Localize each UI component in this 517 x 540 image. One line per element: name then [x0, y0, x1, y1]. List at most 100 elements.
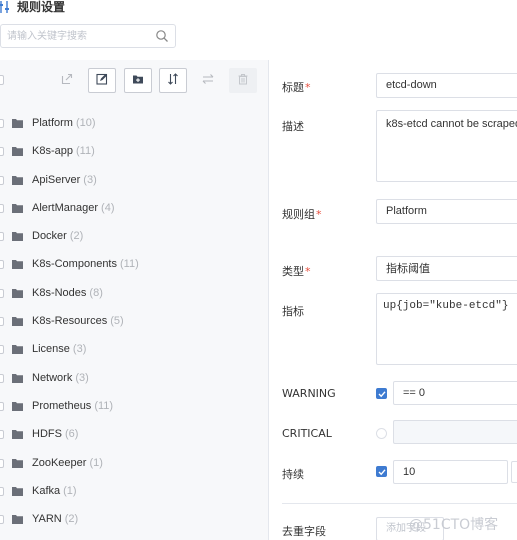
sort-button[interactable] — [159, 68, 187, 93]
group-checkbox[interactable] — [0, 119, 4, 128]
critical-threshold-input[interactable] — [393, 420, 517, 444]
folder-icon — [12, 317, 23, 327]
group-item[interactable]: YARN (2) — [0, 506, 268, 534]
group-item[interactable]: HDFS (6) — [0, 421, 268, 449]
group-checkbox[interactable] — [0, 203, 4, 213]
group-item[interactable]: K8s-app (11) — [0, 138, 268, 166]
group-item[interactable]: Network (3) — [0, 365, 268, 393]
swap-icon — [202, 73, 214, 88]
warning-label: WARNING — [282, 387, 336, 400]
group-checkbox[interactable] — [0, 486, 4, 496]
group-checkbox[interactable] — [0, 147, 4, 157]
move-button[interactable] — [194, 68, 222, 93]
folder-icon — [12, 458, 23, 468]
search-input[interactable] — [7, 29, 152, 43]
group-select[interactable]: Platform — [376, 199, 517, 224]
description-label: 描述 — [282, 120, 304, 133]
group-item[interactable]: Platform (10) — [0, 110, 268, 138]
folder-icon — [12, 288, 23, 298]
folder-icon — [12, 430, 23, 440]
group-name: Network — [32, 371, 73, 384]
title-input[interactable]: etcd-down — [376, 73, 517, 98]
group-count: (6) — [64, 428, 79, 441]
group-checkbox[interactable] — [0, 515, 4, 525]
edit-icon — [96, 73, 108, 88]
description-textarea[interactable]: k8s-etcd cannot be scraped — [376, 110, 517, 182]
duration-input[interactable]: 10 — [393, 460, 508, 484]
group-checkbox[interactable] — [0, 317, 4, 327]
group-count: (8) — [89, 286, 103, 299]
panel-divider — [268, 60, 269, 540]
folder-icon — [12, 515, 23, 525]
group-count: (2) — [69, 230, 84, 243]
group-checkbox[interactable] — [0, 345, 4, 355]
group-toolbar — [0, 60, 268, 102]
group-checkbox[interactable] — [0, 373, 4, 383]
group-count: (10) — [75, 117, 96, 129]
critical-checkbox[interactable] — [376, 428, 387, 439]
group-count: (3) — [72, 343, 87, 356]
group-item[interactable]: K8s-Components (11) — [0, 251, 268, 279]
group-name: HDFS — [32, 428, 62, 441]
title-label-text: 标题 — [282, 81, 304, 94]
group-list: Platform (10) K8s-app (11) ApiServer (3) Al… — [0, 110, 268, 534]
group-label-text: 规则组 — [282, 208, 315, 221]
group-name: K8s-app — [32, 145, 73, 158]
group-item[interactable]: Docker (2) — [0, 223, 268, 251]
search-box[interactable] — [0, 24, 176, 48]
group-item[interactable]: K8s-Resources (5) — [0, 308, 268, 336]
group-checkbox[interactable] — [0, 288, 4, 298]
folder-icon — [12, 175, 23, 185]
title-label: 标题* — [282, 79, 311, 95]
select-all-checkbox[interactable] — [0, 75, 4, 85]
group-count: (11) — [120, 258, 139, 271]
search-icon[interactable] — [155, 29, 169, 43]
group-checkbox[interactable] — [0, 232, 4, 242]
duration-checkbox[interactable] — [376, 466, 387, 477]
group-count: (3) — [75, 371, 89, 384]
group-checkbox[interactable] — [0, 458, 4, 468]
group-item[interactable]: Kafka (1) — [0, 478, 268, 506]
group-name: Platform — [32, 117, 73, 129]
export-button[interactable] — [53, 68, 81, 93]
folder-icon — [12, 203, 23, 213]
group-checkbox[interactable] — [0, 401, 4, 411]
group-checkbox[interactable] — [0, 430, 4, 440]
folder-icon — [12, 486, 23, 496]
group-checkbox[interactable] — [0, 175, 4, 185]
required-mark: * — [305, 265, 311, 278]
trash-icon — [237, 73, 249, 88]
group-item[interactable]: Prometheus (11) — [0, 393, 268, 421]
group-item[interactable]: K8s-Nodes (8) — [0, 280, 268, 308]
add-folder-button[interactable] — [124, 68, 152, 93]
critical-label: CRITICAL — [282, 427, 332, 440]
duration-label: 持续 — [282, 468, 304, 481]
type-label: 类型* — [282, 263, 311, 279]
group-checkbox[interactable] — [0, 260, 4, 270]
duration-unit-select[interactable] — [511, 461, 517, 483]
group-name: License — [32, 343, 70, 356]
warning-checkbox[interactable] — [376, 388, 387, 399]
group-item[interactable]: ZooKeeper (1) — [0, 450, 268, 478]
group-name: Prometheus — [32, 399, 92, 412]
group-count: (5) — [110, 315, 124, 328]
group-item[interactable]: ApiServer (3) — [0, 167, 268, 195]
group-name: K8s-Nodes — [32, 286, 87, 299]
type-select[interactable]: 指标阈值 — [376, 256, 517, 281]
group-item[interactable]: AlertManager (4) — [0, 195, 268, 223]
type-label-text: 类型 — [282, 265, 304, 278]
group-name: K8s-Components — [32, 258, 117, 271]
watermark: @51CTO博客 — [409, 517, 499, 533]
delete-button[interactable] — [229, 68, 257, 93]
folder-icon — [12, 260, 23, 270]
group-item[interactable]: License (3) — [0, 336, 268, 364]
warning-threshold-input[interactable]: == 0 — [393, 381, 517, 405]
group-name: AlertManager — [32, 201, 99, 214]
metric-textarea[interactable]: up{job="kube-etcd"} — [376, 293, 517, 365]
edit-button[interactable] — [88, 68, 116, 93]
group-count: (2) — [64, 513, 79, 526]
group-name: YARN — [32, 513, 62, 526]
group-name: Docker — [32, 230, 67, 243]
folder-icon — [12, 147, 23, 157]
folder-icon — [12, 401, 23, 411]
